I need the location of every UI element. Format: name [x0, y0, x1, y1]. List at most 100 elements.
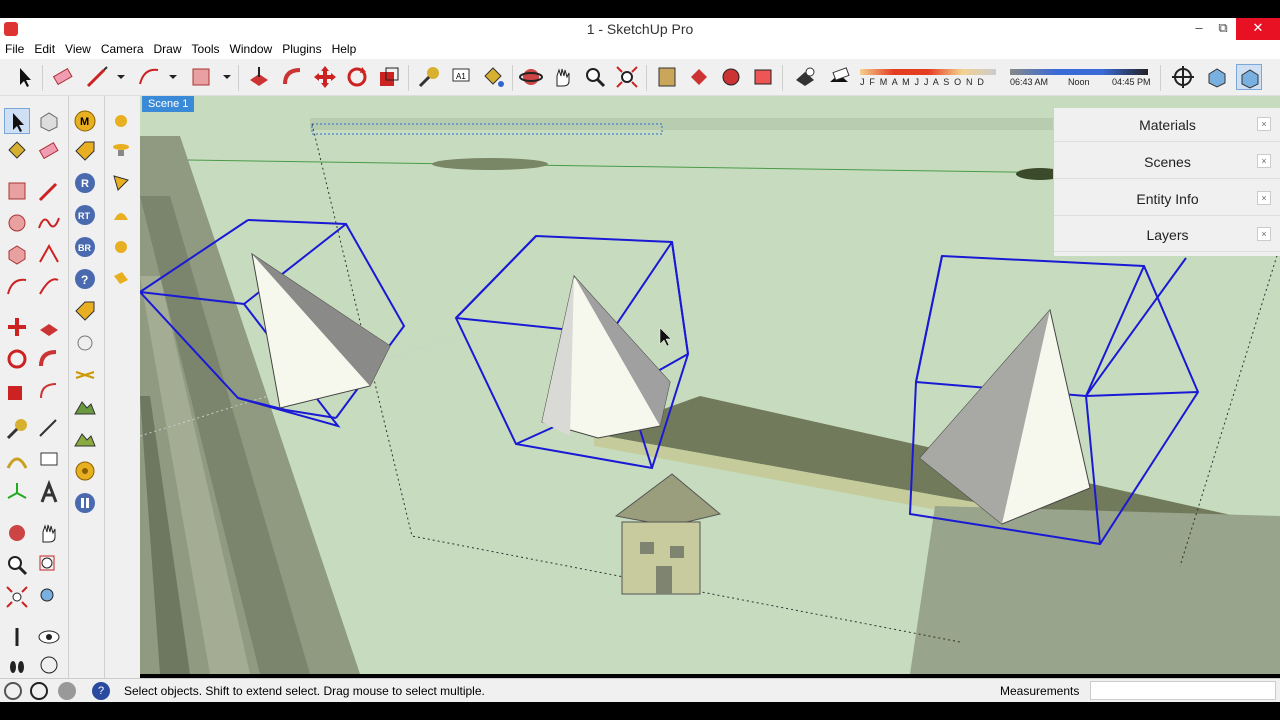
zoom-window-icon[interactable] [36, 552, 62, 578]
select-tool-icon[interactable] [12, 64, 38, 90]
section-plane-icon[interactable] [1204, 64, 1230, 90]
text-tool-icon[interactable]: A1 [448, 64, 474, 90]
menu-file[interactable]: File [0, 40, 29, 58]
zoom-icon[interactable] [4, 552, 30, 578]
warehouse-icon[interactable] [654, 64, 680, 90]
tab-scene-1[interactable]: Scene 1 [142, 96, 195, 112]
circle-icon[interactable] [4, 210, 30, 236]
chevron-down-icon[interactable] [214, 64, 231, 90]
geo-location-icon[interactable] [4, 682, 22, 700]
3d-text-icon[interactable] [36, 479, 62, 506]
paint-bucket-tool-icon[interactable] [480, 64, 506, 90]
plugin-pause-icon[interactable] [72, 490, 98, 516]
freehand-icon[interactable] [36, 210, 62, 236]
chevron-down-icon[interactable] [108, 64, 125, 90]
pie-icon[interactable] [36, 242, 62, 268]
menu-plugins[interactable]: Plugins [277, 40, 326, 58]
menu-draw[interactable]: Draw [149, 40, 187, 58]
menu-edit[interactable]: Edit [29, 40, 60, 58]
dome-icon[interactable] [108, 202, 134, 228]
cone-icon[interactable] [108, 170, 134, 196]
pan-icon[interactable] [36, 520, 62, 546]
scale-icon[interactable] [4, 378, 30, 404]
help-icon[interactable]: ? [92, 682, 110, 700]
plugin-tag-icon[interactable] [72, 138, 98, 164]
text-icon[interactable] [36, 448, 62, 474]
share-model-icon[interactable] [686, 64, 712, 90]
sphere-icon[interactable] [108, 108, 134, 134]
ball-icon[interactable] [108, 234, 134, 260]
menu-view[interactable]: View [60, 40, 96, 58]
torus-icon[interactable] [108, 266, 134, 292]
tray-panel-scenes[interactable]: Scenes × [1054, 145, 1280, 179]
orbit-icon[interactable] [4, 520, 30, 546]
protractor-icon[interactable] [4, 448, 30, 474]
arc-icon[interactable] [4, 274, 30, 300]
chevron-down-icon[interactable] [160, 64, 177, 90]
plugin-lines-icon[interactable] [72, 362, 98, 388]
close-icon[interactable]: ✕ [1236, 18, 1280, 40]
close-icon[interactable]: × [1257, 117, 1271, 131]
cylinder-icon[interactable] [108, 138, 134, 164]
scale-tool-icon[interactable] [376, 64, 402, 90]
rotate-icon[interactable] [4, 346, 30, 372]
plugin-terrain-icon[interactable] [72, 394, 98, 420]
pan-tool-icon[interactable] [550, 64, 576, 90]
plugin-sphere-icon[interactable] [72, 330, 98, 356]
rectangle-icon[interactable] [4, 178, 30, 204]
walk-icon[interactable] [4, 652, 30, 678]
orbit-tool-icon[interactable] [518, 64, 544, 90]
menu-help[interactable]: Help [327, 40, 362, 58]
measurements-input[interactable] [1090, 681, 1276, 700]
credits-icon[interactable] [30, 682, 48, 700]
plugin-rt-icon[interactable]: RT [72, 202, 98, 228]
dimension-icon[interactable] [36, 416, 62, 442]
three-point-arc-icon[interactable] [36, 274, 62, 300]
close-icon[interactable]: × [1257, 227, 1271, 241]
position-camera-icon[interactable] [1170, 64, 1196, 90]
follow-me-tool-icon[interactable] [280, 64, 306, 90]
eraser-tool-icon[interactable] [50, 64, 76, 90]
plugin-target-icon[interactable] [72, 458, 98, 484]
push-pull-tool-icon[interactable] [246, 64, 272, 90]
select-tool-icon[interactable] [4, 108, 30, 134]
month-slider[interactable] [860, 69, 996, 75]
user-icon[interactable] [58, 682, 76, 700]
move-icon[interactable] [4, 314, 30, 340]
zoom-extents-tool-icon[interactable] [614, 64, 640, 90]
zoom-extents-icon[interactable] [4, 584, 30, 610]
move-tool-icon[interactable] [312, 64, 338, 90]
offset-icon[interactable] [36, 378, 62, 404]
tray-panel-materials[interactable]: Materials × [1054, 108, 1280, 142]
close-icon[interactable]: × [1257, 191, 1271, 205]
close-icon[interactable]: × [1257, 154, 1271, 168]
position-camera-icon[interactable] [4, 624, 30, 650]
line-icon[interactable] [36, 178, 62, 204]
tray-panel-layers[interactable]: Layers × [1054, 218, 1280, 252]
time-slider[interactable] [1010, 69, 1148, 75]
section-display-icon[interactable] [1236, 64, 1262, 90]
components-icon[interactable] [718, 64, 744, 90]
plugin-br-icon[interactable]: BR [72, 234, 98, 260]
zoom-tool-icon[interactable] [582, 64, 608, 90]
menu-camera[interactable]: Camera [96, 40, 149, 58]
section-plane-icon[interactable] [36, 652, 62, 678]
plugin-m-icon[interactable]: M [72, 108, 98, 134]
tape-measure-tool-icon[interactable] [416, 64, 442, 90]
menu-tools[interactable]: Tools [187, 40, 225, 58]
plugin-terrain2-icon[interactable] [72, 426, 98, 452]
push-pull-icon[interactable] [36, 314, 62, 340]
paint-bucket-icon[interactable] [4, 138, 30, 164]
look-around-icon[interactable] [36, 624, 62, 650]
rotate-tool-icon[interactable] [344, 64, 370, 90]
tape-measure-icon[interactable] [4, 416, 30, 442]
restore-icon[interactable]: ⧉ [1208, 18, 1238, 40]
extension-warehouse-icon[interactable] [750, 64, 776, 90]
previous-view-icon[interactable] [36, 584, 62, 610]
make-component-icon[interactable] [36, 108, 62, 134]
display-shadows-icon[interactable] [792, 64, 818, 90]
follow-me-icon[interactable] [36, 346, 62, 372]
plugin-r-icon[interactable]: R [72, 170, 98, 196]
plugin-tag2-icon[interactable] [72, 298, 98, 324]
polygon-icon[interactable] [4, 242, 30, 268]
